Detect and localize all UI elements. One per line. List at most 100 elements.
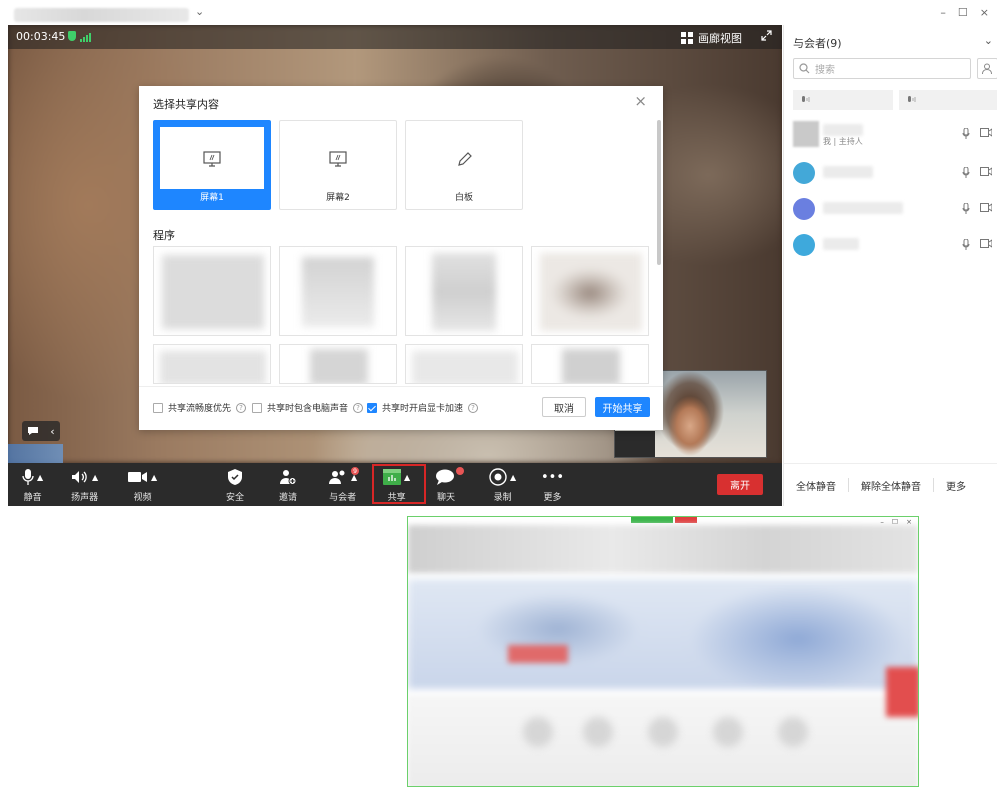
toolbar-label: 与会者	[329, 493, 357, 503]
help-icon[interactable]: ?	[353, 402, 364, 413]
chat-float-button[interactable]: ‹	[22, 421, 60, 441]
meeting-timer: 00:03:45	[16, 30, 66, 43]
participants-button[interactable]: ▲ 9 与会者	[328, 467, 359, 503]
maximize-button[interactable]: ☐	[958, 6, 968, 19]
participants-panel: 与会者(9) ⌄ 搜索 我 | 主持人 全体静音 解除全体静音 更多	[783, 25, 997, 506]
more-button[interactable]: ••• 更多	[541, 467, 565, 504]
caret-up-icon[interactable]: ▲	[404, 473, 410, 482]
video-button[interactable]: ▲ 视频	[128, 467, 157, 503]
unmute-all-button[interactable]: 解除全体静音	[849, 478, 933, 493]
mute-all-button[interactable]: 全体静音	[784, 478, 848, 493]
participant-row[interactable]	[793, 232, 997, 260]
invite-participant-icon[interactable]	[977, 58, 997, 79]
leave-meeting-button[interactable]: 离开	[717, 474, 763, 495]
chat-unread-badge	[456, 467, 464, 475]
participants-actions: 全体静音 解除全体静音 更多	[784, 463, 997, 506]
caret-up-icon[interactable]: ▲	[151, 473, 157, 482]
checkbox-checked[interactable]	[367, 402, 377, 413]
blurred-thumbnail	[8, 444, 63, 463]
security-button[interactable]: 安全	[226, 467, 244, 503]
option-fluency-first[interactable]: 共享流畅度优先 ?	[153, 401, 247, 414]
camera-icon[interactable]	[980, 203, 992, 212]
program-thumbnail[interactable]	[279, 246, 397, 336]
chat-button[interactable]: 聊天	[436, 467, 464, 503]
program-thumbnail[interactable]	[405, 344, 523, 384]
cancel-button[interactable]: 取消	[542, 397, 586, 417]
avatar	[793, 234, 815, 256]
toolbar-label: 共享	[387, 493, 406, 503]
participant-controls	[962, 239, 992, 250]
microphone-icon[interactable]	[962, 128, 970, 139]
share-content-dialog: 选择共享内容 × 屏幕1 屏幕2 白板 程序 共享流畅度优先 ? 共享时包含电脑…	[139, 86, 663, 430]
program-thumbnail[interactable]	[531, 344, 649, 384]
program-thumbnail[interactable]	[153, 344, 271, 384]
invite-button[interactable]: 邀请	[279, 467, 297, 503]
option-include-sound[interactable]: 共享时包含电脑声音 ?	[252, 401, 364, 414]
gallery-view-button[interactable]: 画廊视图	[681, 30, 742, 46]
card-label: 白板	[454, 193, 473, 203]
shared-page-icon	[648, 717, 678, 747]
caret-up-icon[interactable]: ▲	[92, 473, 98, 482]
more-actions-button[interactable]: 更多	[934, 478, 978, 493]
program-thumbnail[interactable]	[153, 246, 271, 336]
participant-row[interactable]	[793, 196, 997, 224]
close-icon[interactable]: ×	[634, 92, 647, 110]
program-thumbnail[interactable]	[405, 246, 523, 336]
participant-row[interactable]	[793, 160, 997, 188]
card-label: 屏幕1	[200, 193, 224, 203]
chat-icon	[436, 469, 454, 485]
speaking-icon	[908, 95, 916, 102]
option-gpu-acceleration[interactable]: 共享时开启显卡加速 ?	[367, 401, 479, 414]
mute-button[interactable]: ▲ 静音	[22, 467, 43, 503]
share-option-whiteboard[interactable]: 白板	[405, 120, 523, 210]
toolbar-label: 录制	[493, 493, 512, 503]
caret-up-icon[interactable]: ▲	[510, 473, 516, 482]
toolbar-label: 视频	[133, 493, 152, 503]
avatar	[793, 162, 815, 184]
microphone-icon[interactable]	[962, 167, 970, 178]
help-icon[interactable]: ?	[468, 402, 479, 413]
chevron-down-icon[interactable]: ⌄	[195, 5, 204, 18]
option-label: 共享时包含电脑声音	[267, 404, 349, 414]
chevron-down-icon[interactable]: ⌄	[984, 34, 993, 47]
participant-controls	[962, 128, 992, 139]
program-thumbnail[interactable]	[279, 344, 397, 384]
dialog-scrollbar[interactable]	[657, 120, 661, 265]
dialog-title: 选择共享内容	[153, 98, 219, 111]
stop-share-indicator	[675, 517, 697, 523]
record-button[interactable]: ▲ 录制	[489, 467, 516, 503]
participant-row[interactable]: 我 | 主持人	[793, 121, 997, 149]
minimize-button[interactable]: –	[940, 6, 946, 19]
participant-name	[823, 124, 863, 136]
share-option-screen2[interactable]: 屏幕2	[279, 120, 397, 210]
security-shield-icon	[68, 31, 76, 41]
signal-strength-icon	[80, 33, 91, 42]
participant-name	[823, 202, 903, 214]
toolbar-label: 扬声器	[71, 493, 99, 503]
share-button[interactable]: ▲ 共享	[383, 467, 410, 503]
camera-icon[interactable]	[980, 239, 992, 248]
start-share-button[interactable]: 开始共享	[595, 397, 650, 417]
participant-search-input[interactable]: 搜索	[793, 58, 971, 79]
microphone-icon[interactable]	[962, 203, 970, 214]
gallery-view-label: 画廊视图	[698, 32, 742, 45]
checkbox[interactable]	[153, 402, 163, 413]
checkbox[interactable]	[252, 402, 262, 413]
camera-icon[interactable]	[980, 167, 992, 176]
window-titlebar: ⌄ – ☐ ×	[0, 0, 997, 24]
camera-icon[interactable]	[980, 128, 992, 137]
caret-up-icon[interactable]: ▲	[37, 473, 43, 482]
microphone-icon[interactable]	[962, 239, 970, 250]
shield-icon	[228, 469, 242, 485]
participant-controls	[962, 203, 992, 214]
share-option-screen1[interactable]: 屏幕1	[153, 120, 271, 210]
add-user-icon	[280, 470, 296, 485]
help-icon[interactable]: ?	[236, 402, 247, 413]
participant-controls	[962, 167, 992, 178]
program-thumbnail[interactable]	[531, 246, 649, 336]
grid-icon	[681, 32, 693, 44]
speaker-button[interactable]: ▲ 扬声器	[71, 467, 98, 503]
more-dots-icon: •••	[541, 469, 565, 485]
close-window-button[interactable]: ×	[980, 6, 989, 19]
fullscreen-icon[interactable]	[761, 30, 772, 44]
